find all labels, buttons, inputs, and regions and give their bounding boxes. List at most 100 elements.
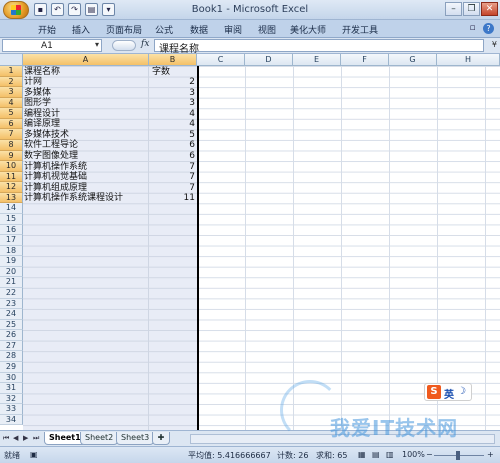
- cell-a11[interactable]: 计算机视觉基础: [24, 172, 87, 182]
- redo-icon[interactable]: ↷: [68, 3, 81, 16]
- row-header-6[interactable]: 6: [0, 118, 23, 130]
- cell-b8[interactable]: 6: [150, 140, 195, 150]
- first-sheet-icon[interactable]: ⏮: [3, 434, 9, 443]
- macro-record-icon[interactable]: ▣: [30, 450, 38, 459]
- moon-icon[interactable]: ☽: [457, 386, 466, 397]
- cell-b13[interactable]: 11: [150, 193, 195, 203]
- row-header-30[interactable]: 30: [0, 372, 23, 384]
- row-header-3[interactable]: 3: [0, 87, 23, 98]
- ime-toolbar[interactable]: S 英 ☽: [424, 383, 472, 401]
- cell-b7[interactable]: 5: [150, 130, 195, 140]
- row-header-20[interactable]: 20: [0, 266, 23, 278]
- chevron-down-icon[interactable]: ▾: [95, 40, 99, 49]
- cell-b2[interactable]: 2: [150, 77, 195, 87]
- row-header-2[interactable]: 2: [0, 76, 23, 88]
- row-header-28[interactable]: 28: [0, 351, 23, 362]
- row-header-10[interactable]: 10: [0, 161, 23, 172]
- zoom-slider-thumb[interactable]: [456, 451, 460, 460]
- cell-a10[interactable]: 计算机操作系统: [24, 162, 87, 172]
- restore-button[interactable]: ❐: [463, 2, 480, 16]
- cell-a9[interactable]: 数字图像处理: [24, 151, 78, 161]
- row-header-26[interactable]: 26: [0, 330, 23, 341]
- cell-b5[interactable]: 4: [150, 109, 195, 119]
- expand-formula-bar-icon[interactable]: ¥: [492, 40, 497, 49]
- cell-a1[interactable]: 课程名称: [24, 67, 60, 77]
- row-header-32[interactable]: 32: [0, 393, 23, 405]
- row-header-4[interactable]: 4: [0, 97, 23, 109]
- tab-beautify-master[interactable]: 美化大师: [290, 23, 326, 36]
- cell-b4[interactable]: 3: [150, 98, 195, 108]
- formula-bar-buttons[interactable]: [112, 40, 136, 51]
- column-header-d[interactable]: D: [245, 54, 293, 66]
- row-header-18[interactable]: 18: [0, 245, 23, 257]
- row-header-16[interactable]: 16: [0, 224, 23, 236]
- row-header-9[interactable]: 9: [0, 150, 23, 162]
- page-layout-view-icon[interactable]: ▤: [372, 450, 380, 459]
- customize-toolbar-icon[interactable]: ▾: [102, 3, 115, 16]
- sheet-tab-2[interactable]: Sheet2: [80, 432, 119, 445]
- column-header-b[interactable]: B: [149, 54, 197, 66]
- ime-mode[interactable]: 英: [444, 386, 454, 401]
- close-button[interactable]: ✕: [481, 2, 498, 16]
- row-header-14[interactable]: 14: [0, 203, 23, 214]
- cell-a4[interactable]: 图形学: [24, 98, 51, 108]
- cell-a2[interactable]: 计网: [24, 77, 42, 87]
- cell-b3[interactable]: 3: [150, 88, 195, 98]
- column-header-c[interactable]: C: [197, 54, 245, 66]
- zoom-in-icon[interactable]: +: [487, 450, 494, 459]
- formula-input[interactable]: 课程名称: [154, 39, 484, 55]
- tab-view[interactable]: 视图: [258, 23, 276, 36]
- row-header-19[interactable]: 19: [0, 256, 23, 267]
- row-header-17[interactable]: 17: [0, 235, 23, 246]
- window-restore-icon[interactable]: ▫: [467, 23, 478, 34]
- row-header-7[interactable]: 7: [0, 129, 23, 140]
- prev-sheet-icon[interactable]: ◀: [13, 434, 18, 442]
- cell-a3[interactable]: 多媒体: [24, 88, 51, 98]
- tab-developer[interactable]: 开发工具: [342, 23, 378, 36]
- row-header-21[interactable]: 21: [0, 277, 23, 288]
- insert-sheet-icon[interactable]: ✚: [152, 432, 170, 445]
- row-header-12[interactable]: 12: [0, 182, 23, 193]
- row-header-33[interactable]: 33: [0, 404, 23, 415]
- cell-a8[interactable]: 软件工程导论: [24, 140, 78, 150]
- row-header-11[interactable]: 11: [0, 171, 23, 183]
- help-icon[interactable]: ?: [483, 23, 494, 34]
- print-preview-icon[interactable]: ▤: [85, 3, 98, 16]
- tab-formulas[interactable]: 公式: [155, 23, 173, 36]
- sheet-tab-3[interactable]: Sheet3: [116, 432, 155, 445]
- page-break-view-icon[interactable]: ▥: [386, 450, 394, 459]
- row-header-31[interactable]: 31: [0, 383, 23, 394]
- column-header-a[interactable]: A: [23, 54, 149, 66]
- row-header-34[interactable]: 34: [0, 414, 23, 426]
- cell-b6[interactable]: 4: [150, 119, 195, 129]
- row-header-23[interactable]: 23: [0, 298, 23, 310]
- cell-a5[interactable]: 编程设计: [24, 109, 60, 119]
- zoom-out-icon[interactable]: −: [426, 450, 433, 459]
- tab-home[interactable]: 开始: [38, 23, 56, 36]
- row-header-8[interactable]: 8: [0, 139, 23, 151]
- name-box[interactable]: A1 ▾: [2, 39, 102, 52]
- insert-function-icon[interactable]: fx: [141, 39, 149, 49]
- cell-b10[interactable]: 7: [150, 162, 195, 172]
- cell-a6[interactable]: 编译原理: [24, 119, 60, 129]
- tab-data[interactable]: 数据: [190, 23, 208, 36]
- row-header-13[interactable]: 13: [0, 192, 23, 204]
- row-header-15[interactable]: 15: [0, 213, 23, 225]
- cell-a12[interactable]: 计算机组成原理: [24, 183, 87, 193]
- cell-b12[interactable]: 7: [150, 183, 195, 193]
- column-header-h[interactable]: H: [437, 54, 500, 66]
- column-header-g[interactable]: G: [389, 54, 437, 66]
- tab-insert[interactable]: 插入: [72, 23, 90, 36]
- cell-b1[interactable]: 字数: [152, 67, 197, 77]
- next-sheet-icon[interactable]: ▶: [23, 434, 28, 442]
- column-header-e[interactable]: E: [293, 54, 341, 66]
- save-icon[interactable]: ▪: [34, 3, 47, 16]
- select-all-button[interactable]: [0, 54, 23, 66]
- column-header-f[interactable]: F: [341, 54, 389, 66]
- row-header-27[interactable]: 27: [0, 340, 23, 352]
- undo-icon[interactable]: ↶: [51, 3, 64, 16]
- cell-a13[interactable]: 计算机操作系统课程设计: [24, 193, 123, 203]
- cell-b11[interactable]: 7: [150, 172, 195, 182]
- row-header-25[interactable]: 25: [0, 319, 23, 331]
- row-header-5[interactable]: 5: [0, 108, 23, 119]
